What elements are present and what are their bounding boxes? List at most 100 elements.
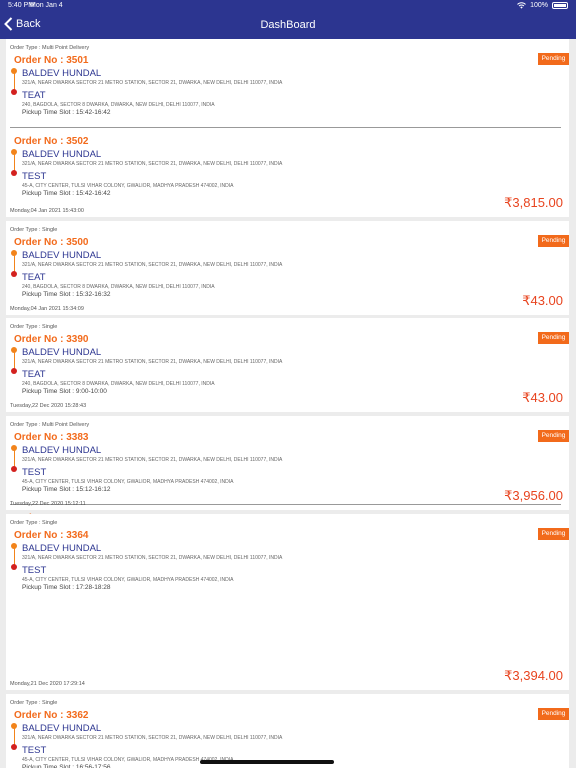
route-line [13,728,15,745]
pickup-slot-value: 15:42-16:42 [75,190,111,197]
order-card[interactable]: Order Type : Single Pending Order No : 336… [6,694,569,768]
pickup-name: BALDEV HUNDAL [22,723,102,734]
order-number[interactable]: Order No : 3383 [14,432,88,443]
pickup-address: 321/A, NEAR DWARKA SECTOR 21 METRO STATI… [22,359,283,365]
order-datetime: Tuesday,22 Dec 2020 15:12:11 [10,501,86,507]
order-number-label: Order No : [14,55,67,66]
drop-name: TEAT [22,90,46,101]
pickup-address: 321/A, NEAR DWARKA SECTOR 21 METRO STATI… [22,555,283,561]
drop-address: 45-A, CITY CENTER, TULSI VIHAR COLONY, G… [22,479,234,485]
drop-dot-icon [11,271,17,277]
status-date: Mon Jan 4 [30,2,63,9]
order-number-value: 3362 [66,710,89,721]
pickup-name: BALDEV HUNDAL [22,347,102,358]
order-datetime: Tuesday,22 Dec 2020 15:28:43 [10,403,87,409]
nav-bar: Back DashBoard [0,12,576,39]
pickup-slot-value: 15:42-16:42 [75,109,111,116]
order-price: ₹3,956.00 [504,488,563,503]
status-badge: Pending [538,235,569,247]
route-line [13,450,15,467]
drop-address: 45-A, CITY CENTER, TULSI VIHAR COLONY, G… [22,577,234,583]
pickup-slot-value: 9:00-10:00 [75,388,107,395]
order-datetime: Monday,21 Dec 2020 17:29:14 [10,681,85,687]
order-number[interactable]: Order No : 3364 [14,530,88,541]
order-datetime: Monday,04 Jan 2021 15:43:00 [10,208,84,214]
pickup-slot-value: 16:56-17:56 [75,764,111,768]
pickup-slot-label: Pickup Time Slot : [22,109,76,116]
order-number-value: 3500 [66,237,89,248]
order-type: Order Type : Single [10,700,58,706]
order-list[interactable]: Order Type : Multi Point Delivery Pending… [0,39,576,768]
drop-name: TEST [22,565,47,576]
drop-dot-icon [11,744,17,750]
pickup-name: BALDEV HUNDAL [22,68,102,79]
pickup-address: 321/A, NEAR DWARKA SECTOR 21 METRO STATI… [22,262,283,268]
order-datetime: Monday,04 Jan 2021 15:34:09 [10,306,84,312]
drop-name: TEST [22,467,47,478]
pickup-slot-value: 15:12-16:12 [75,486,111,493]
order-number[interactable]: Order No : 3501 [14,55,88,66]
order-number-label: Order No : [14,136,67,147]
drop-dot-icon [11,368,17,374]
order-price: ₹3,394.00 [504,668,563,683]
drop-name: TEAT [22,272,46,283]
order-number[interactable]: Order No : 3500 [14,237,88,248]
pickup-time-slot: Pickup Time Slot : 15:12-16:12 [22,486,111,493]
order-card[interactable]: Order Type : Single Pending Order No : 336… [6,514,569,690]
order-number-label: Order No : [14,710,67,721]
order-price: ₹43.00 [522,390,563,405]
status-badge: Pending [538,708,569,720]
pickup-time-slot: Pickup Time Slot : 16:56-17:56 [22,764,111,768]
order-number-value: 3501 [66,55,89,66]
pickup-slot-label: Pickup Time Slot : [22,291,76,298]
order-number-value: 3383 [66,432,89,443]
drop-dot-icon [11,89,17,95]
pickup-time-slot: Pickup Time Slot : 17:28-18:28 [22,584,111,591]
order-number-label: Order No : [14,530,67,541]
order-card[interactable]: Order Type : Multi Point Delivery Pending… [6,416,569,574]
pickup-name: BALDEV HUNDAL [22,445,102,456]
status-right: 100% [517,2,568,9]
order-number-label: Order No : [14,334,67,345]
battery-percent: 100% [530,2,548,9]
status-badge: Pending [538,332,569,344]
order-number-label: Order No : [14,237,67,248]
pickup-name: BALDEV HUNDAL [22,543,102,554]
status-badge: Pending [538,53,569,65]
order-divider [10,504,561,505]
order-type: Order Type : Single [10,520,58,526]
pickup-address: 321/A, NEAR DWARKA SECTOR 21 METRO STATI… [22,735,283,741]
pickup-slot-label: Pickup Time Slot : [22,764,76,768]
route-line [13,154,15,171]
pickup-time-slot: Pickup Time Slot : 15:42-16:42 [22,109,111,116]
order-card[interactable]: Order Type : Single Pending Order No : 350… [6,221,569,315]
drop-name: TEAT [22,369,46,380]
order-number[interactable]: Order No : 3362 [14,710,88,721]
order-number[interactable]: Order No : 3390 [14,334,88,345]
order-price: ₹43.00 [522,293,563,308]
pickup-time-slot: Pickup Time Slot : 9:00-10:00 [22,388,107,395]
order-card[interactable]: Order Type : Single Pending Order No : 339… [6,318,569,412]
pickup-slot-label: Pickup Time Slot : [22,584,76,591]
battery-icon [552,2,568,9]
pickup-name: BALDEV HUNDAL [22,149,102,160]
status-bar: 5:40 PM Mon Jan 4 100% [0,0,576,12]
order-price: ₹3,815.00 [504,195,563,210]
drop-dot-icon [11,170,17,176]
pickup-address: 321/A, NEAR DWARKA SECTOR 21 METRO STATI… [22,80,283,86]
route-line [13,255,15,272]
order-divider [10,127,561,128]
pickup-slot-label: Pickup Time Slot : [22,190,76,197]
route-line [13,548,15,565]
order-type: Order Type : Single [10,227,58,233]
order-card[interactable]: Order Type : Multi Point Delivery Pending… [6,39,569,217]
order-number-label: Order No : [14,432,67,443]
drop-dot-icon [11,466,17,472]
pickup-address: 321/A, NEAR DWARKA SECTOR 21 METRO STATI… [22,161,283,167]
drop-name: TEST [22,171,47,182]
order-number-value: 3390 [66,334,89,345]
order-type: Order Type : Single [10,324,58,330]
route-line [13,352,15,369]
order-number-value: 3502 [66,136,89,147]
order-number[interactable]: Order No : 3502 [14,136,88,147]
